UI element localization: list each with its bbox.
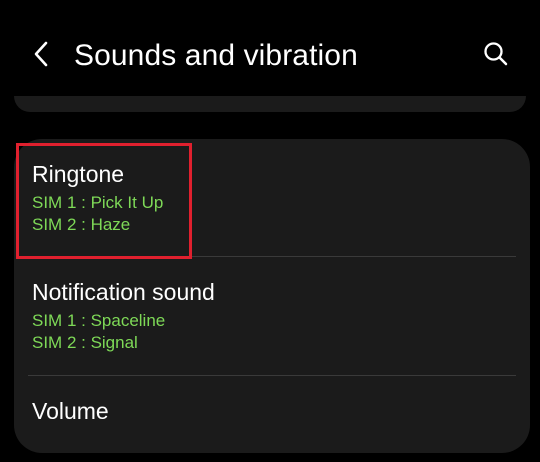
notification-sim2-value: SIM 2 : Signal bbox=[32, 333, 138, 352]
search-icon bbox=[483, 41, 509, 72]
previous-settings-card bbox=[14, 96, 526, 112]
notification-sim1-value: SIM 1 : Spaceline bbox=[32, 311, 166, 330]
volume-label: Volume bbox=[32, 398, 109, 424]
ringtone-label: Ringtone bbox=[32, 161, 125, 187]
volume-setting[interactable]: Volume bbox=[14, 376, 530, 453]
notification-sound-setting[interactable]: Notification sound SIM 1 : Spaceline SIM… bbox=[14, 257, 530, 376]
page-title: Sounds and vibration bbox=[74, 39, 358, 72]
sound-settings-card: Ringtone SIM 1 : Pick It Up SIM 2 : Haze… bbox=[14, 139, 530, 453]
ringtone-setting[interactable]: Ringtone SIM 1 : Pick It Up SIM 2 : Haze bbox=[14, 139, 530, 257]
ringtone-sim2-value: SIM 2 : Haze bbox=[32, 215, 131, 234]
back-button[interactable] bbox=[26, 38, 56, 74]
notification-sound-label: Notification sound bbox=[32, 279, 215, 305]
ringtone-sim1-value: SIM 1 : Pick It Up bbox=[32, 193, 164, 212]
search-button[interactable] bbox=[478, 38, 514, 74]
chevron-left-icon bbox=[33, 40, 49, 73]
